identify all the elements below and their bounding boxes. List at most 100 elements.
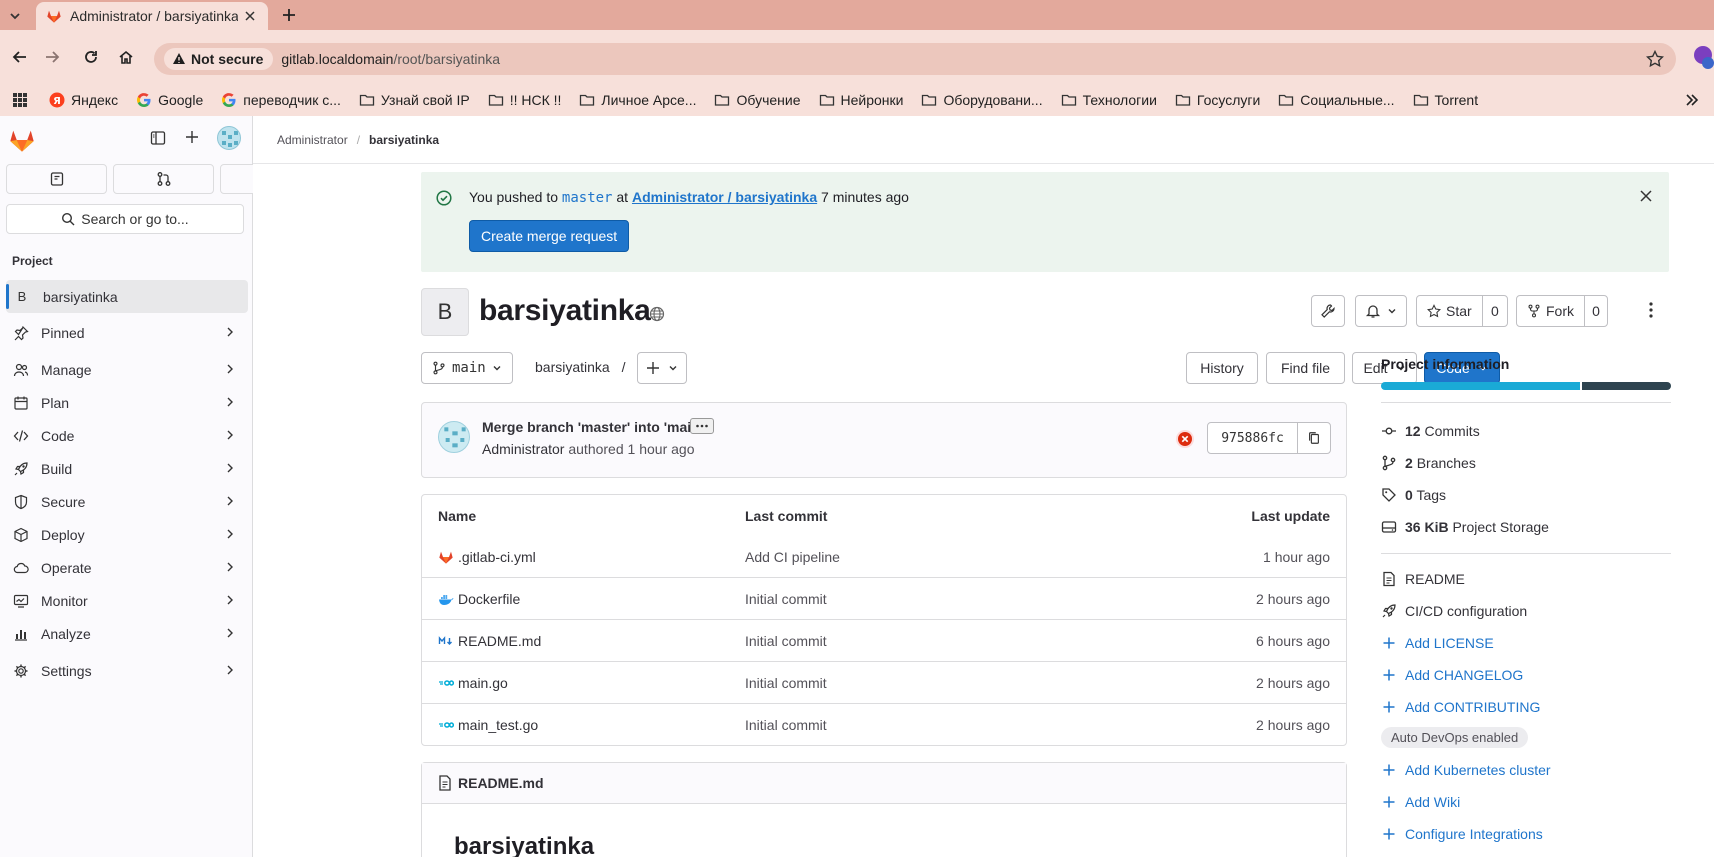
auto-devops-badge[interactable]: Auto DevOps enabled	[1381, 727, 1529, 748]
table-row[interactable]: main_test.go Initial commit 2 hours ago	[422, 703, 1346, 745]
bookmark-item[interactable]: Госуслуги	[1166, 92, 1269, 108]
add-link-add-kubernetes-cluster[interactable]: Add Kubernetes cluster	[1381, 754, 1671, 786]
project-link-readme[interactable]: README	[1381, 563, 1671, 595]
extension-button[interactable]	[1692, 44, 1714, 70]
address-bar[interactable]: Not secure gitlab.localdomain/root/barsi…	[154, 43, 1676, 75]
reload-button[interactable]	[79, 45, 103, 69]
back-button[interactable]	[8, 45, 32, 69]
file-name[interactable]: main.go	[458, 675, 508, 691]
table-row[interactable]: .gitlab-ci.yml Add CI pipeline 1 hour ago	[422, 536, 1346, 577]
history-button[interactable]: History	[1186, 352, 1258, 384]
bookmark-item[interactable]: Torrent	[1404, 92, 1488, 108]
sidebar-item-project[interactable]: B barsiyatinka	[6, 280, 248, 313]
add-to-tree-button[interactable]	[637, 352, 687, 384]
breadcrumb-current[interactable]: barsiyatinka	[369, 133, 439, 147]
bookmark-item[interactable]: Обучение	[705, 92, 809, 108]
sidebar-item-pinned[interactable]: Pinned	[6, 316, 248, 349]
star-button[interactable]: Star 0	[1416, 295, 1508, 327]
chevron-double-right-icon[interactable]	[1684, 92, 1700, 108]
add-link-configure-integrations[interactable]: Configure Integrations	[1381, 818, 1671, 850]
bookmark-item[interactable]: Социальные...	[1269, 92, 1403, 108]
readme-filename[interactable]: README.md	[458, 775, 544, 791]
bookmark-item[interactable]: !! НСК !!	[479, 92, 571, 108]
sidebar-item-manage[interactable]: Manage	[6, 353, 248, 386]
sidebar-toggle-icon[interactable]	[150, 130, 166, 146]
forward-button[interactable]	[40, 45, 64, 69]
project-stat-project-storage[interactable]: 36 KiB Project Storage	[1381, 511, 1671, 543]
bookmark-item[interactable]: Личное Арсе...	[570, 92, 705, 108]
branch-selector[interactable]: main	[421, 352, 513, 384]
apps-button[interactable]	[12, 92, 40, 108]
close-icon[interactable]	[1639, 189, 1653, 203]
table-row[interactable]: Dockerfile Initial commit 2 hours ago	[422, 577, 1346, 619]
commit-author-avatar[interactable]	[438, 421, 470, 453]
plus-icon[interactable]	[184, 129, 200, 145]
copy-sha-button[interactable]	[1298, 423, 1330, 453]
create-merge-request-button[interactable]: Create merge request	[469, 220, 630, 252]
file-last-commit[interactable]: Initial commit	[745, 591, 827, 607]
bookmark-item[interactable]: Нейронки	[810, 92, 913, 108]
search-button[interactable]: Search or go to...	[6, 204, 244, 234]
fork-count[interactable]: 0	[1585, 303, 1607, 319]
file-last-commit[interactable]: Initial commit	[745, 633, 827, 649]
add-link-add-contributing[interactable]: Add CONTRIBUTING	[1381, 691, 1671, 723]
file-name[interactable]: Dockerfile	[458, 591, 520, 607]
merge-requests-counter[interactable]	[113, 164, 214, 194]
file-name-cell[interactable]: main.go	[438, 675, 508, 691]
star-count[interactable]: 0	[1483, 303, 1507, 319]
file-name-cell[interactable]: .gitlab-ci.yml	[438, 549, 536, 565]
add-link-add-changelog[interactable]: Add CHANGELOG	[1381, 659, 1671, 691]
tab-close-button[interactable]	[242, 8, 258, 24]
more-actions-icon[interactable]	[1643, 300, 1659, 320]
bookmark-item[interactable]: Я Яндекс	[40, 92, 127, 108]
project-link-ci-cd-configuration[interactable]: CI/CD configuration	[1381, 595, 1671, 627]
add-link-add-wiki[interactable]: Add Wiki	[1381, 786, 1671, 818]
file-name-cell[interactable]: main_test.go	[438, 717, 538, 733]
sidebar-item-analyze[interactable]: Analyze	[6, 617, 248, 650]
file-name-cell[interactable]: Dockerfile	[438, 591, 520, 607]
commit-author[interactable]: Administrator	[482, 441, 564, 457]
home-button[interactable]	[114, 45, 138, 69]
find-file-button[interactable]: Find file	[1266, 352, 1345, 384]
file-name-cell[interactable]: README.md	[438, 633, 541, 649]
bookmark-item[interactable]: переводчик с...	[212, 92, 350, 108]
file-name[interactable]: .gitlab-ci.yml	[458, 549, 536, 565]
add-link-add-license[interactable]: Add LICENSE	[1381, 627, 1671, 659]
bookmark-item[interactable]: Технологии	[1052, 92, 1166, 108]
sidebar-item-code[interactable]: Code	[6, 419, 248, 452]
file-name[interactable]: README.md	[458, 633, 541, 649]
commit-expand-button[interactable]	[690, 418, 714, 434]
table-row[interactable]: README.md Initial commit 6 hours ago	[422, 619, 1346, 661]
tab-search-dropdown[interactable]	[4, 5, 26, 27]
breadcrumb-parent[interactable]: Administrator	[277, 133, 348, 147]
bookmark-item[interactable]: Google	[127, 92, 212, 108]
sidebar-item-monitor[interactable]: Monitor	[6, 584, 248, 617]
commit-sha[interactable]: 975886fc	[1208, 423, 1298, 453]
star-label-section[interactable]: Star	[1417, 296, 1483, 326]
repo-path-root[interactable]: barsiyatinka	[535, 359, 610, 375]
pipeline-failed-icon[interactable]	[1175, 429, 1195, 449]
file-last-commit[interactable]: Initial commit	[745, 717, 827, 733]
fork-button[interactable]: Fork 0	[1516, 295, 1608, 327]
file-name[interactable]: main_test.go	[458, 717, 538, 733]
file-last-commit[interactable]: Initial commit	[745, 675, 827, 691]
project-settings-button[interactable]	[1311, 295, 1345, 327]
sidebar-item-deploy[interactable]: Deploy	[6, 518, 248, 551]
security-indicator[interactable]: Not secure	[164, 48, 274, 70]
project-stat-commits[interactable]: 12 Commits	[1381, 415, 1671, 447]
sidebar-item-settings[interactable]: Settings	[6, 654, 248, 687]
notification-settings-button[interactable]	[1355, 295, 1407, 327]
project-stat-branches[interactable]: 2 Branches	[1381, 447, 1671, 479]
new-tab-button[interactable]	[278, 4, 300, 26]
issues-counter[interactable]	[6, 164, 107, 194]
user-avatar[interactable]	[217, 126, 241, 150]
sidebar-item-operate[interactable]: Operate	[6, 551, 248, 584]
file-last-commit[interactable]: Add CI pipeline	[745, 549, 840, 565]
bookmark-item[interactable]: Узнай свой IP	[350, 92, 479, 108]
alert-project-link[interactable]: Administrator / barsiyatinka	[632, 189, 817, 205]
sidebar-item-build[interactable]: Build	[6, 452, 248, 485]
gitlab-logo-icon[interactable]	[8, 126, 36, 154]
table-row[interactable]: main.go Initial commit 2 hours ago	[422, 661, 1346, 703]
fork-label-section[interactable]: Fork	[1517, 296, 1585, 326]
sidebar-item-plan[interactable]: Plan	[6, 386, 248, 419]
